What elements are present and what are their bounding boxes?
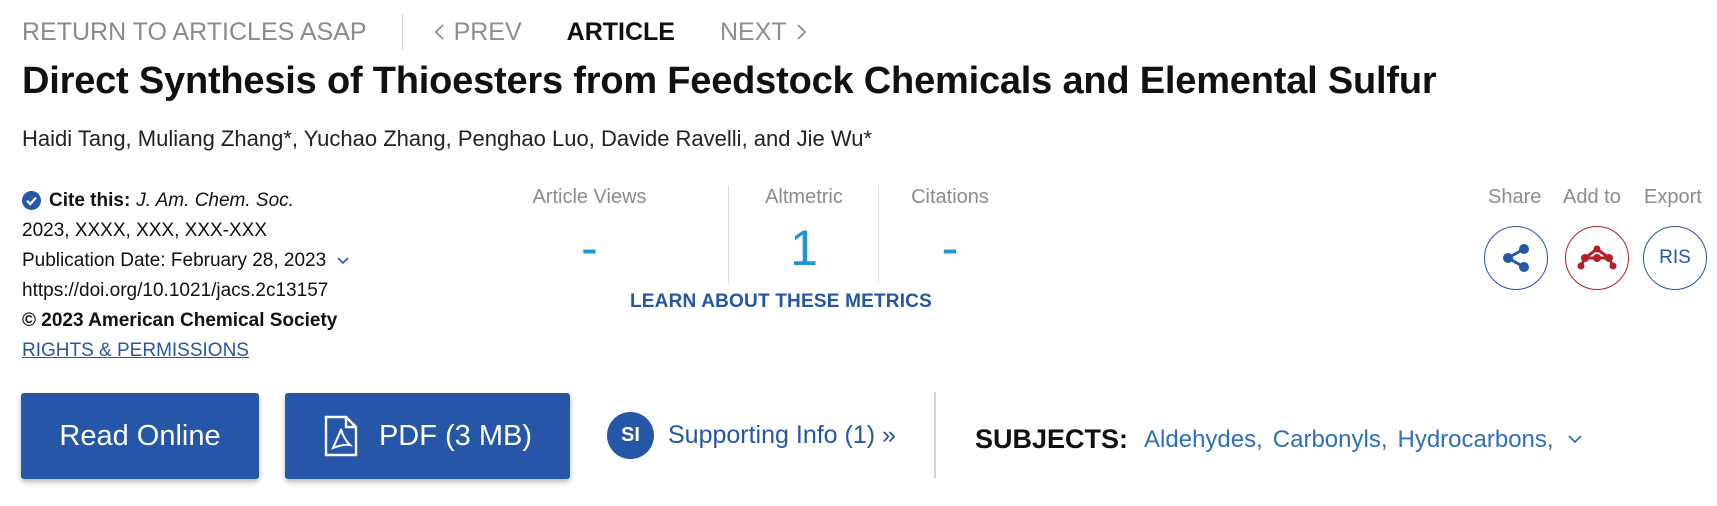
metric-divider: [878, 186, 879, 284]
read-online-button[interactable]: Read Online: [21, 393, 259, 479]
citations-label: Citations: [911, 186, 989, 208]
learn-about-metrics-link[interactable]: LEARN ABOUT THESE METRICS: [630, 291, 932, 313]
subjects-expand-chevron-icon[interactable]: [1567, 435, 1582, 444]
copyright: © 2023 American Chemical Society: [22, 306, 547, 336]
metric-divider: [728, 186, 729, 284]
article-views-value: -: [581, 220, 598, 276]
rights-permissions-link[interactable]: RIGHTS & PERMISSIONS: [22, 340, 249, 361]
chevron-down-icon: [337, 257, 350, 265]
add-to-label: Add to: [1563, 186, 1621, 208]
cite-this-label: Cite this:: [49, 190, 131, 211]
pdf-file-icon: [324, 415, 358, 457]
supporting-info-label: Supporting Info (1) »: [668, 421, 896, 449]
ris-label: RIS: [1659, 247, 1691, 268]
publication-date: Publication Date: February 28, 2023: [22, 250, 327, 271]
citation-reference: 2023, XXXX, XXX, XXX-XXX: [22, 220, 268, 241]
article-navigation: RETURN TO ARTICLES ASAP PREV ARTICLE NEX…: [22, 14, 806, 50]
altmetric-value: 1: [790, 220, 818, 276]
export-label: Export: [1644, 186, 1702, 208]
read-online-label: Read Online: [59, 419, 221, 452]
copyright-text: © 2023 American Chemical Society: [22, 310, 338, 331]
share-button[interactable]: [1484, 226, 1548, 290]
subject-link[interactable]: Hydrocarbons: [1398, 426, 1547, 454]
subjects-row: SUBJECTS: Aldehydes, Carbonyls, Hydrocar…: [975, 424, 1582, 455]
subject-link[interactable]: Aldehydes: [1144, 426, 1256, 454]
prev-label: PREV: [453, 17, 522, 46]
chevron-left-icon: [434, 24, 444, 40]
subject-separator: ,: [1546, 425, 1554, 453]
author-list[interactable]: Haidi Tang, Muliang Zhang*, Yuchao Zhang…: [22, 126, 872, 152]
subject-link[interactable]: Carbonyls: [1273, 426, 1381, 454]
altmetric-metric[interactable]: Altmetric 1: [745, 186, 863, 277]
pdf-download-button[interactable]: PDF (3 MB): [285, 393, 570, 479]
share-icon: [1503, 244, 1529, 272]
cite-this-row[interactable]: Cite this: J. Am. Chem. Soc. 2023, XXXX,…: [22, 186, 547, 246]
citations-metric: Citations -: [898, 186, 1002, 277]
article-views-metric: Article Views -: [516, 186, 663, 277]
chevron-right-icon: [797, 24, 806, 40]
altmetric-label: Altmetric: [765, 186, 843, 208]
current-article-label: ARTICLE: [566, 17, 675, 46]
section-divider: [934, 392, 936, 478]
mendeley-icon: [1577, 245, 1617, 270]
subject-separator: ,: [1380, 425, 1388, 453]
return-to-articles-link[interactable]: RETURN TO ARTICLES ASAP: [22, 18, 367, 47]
next-article-link[interactable]: NEXT: [720, 18, 806, 47]
article-views-label: Article Views: [532, 186, 647, 208]
nav-divider: [401, 14, 403, 50]
subjects-label: SUBJECTS:: [975, 424, 1129, 454]
si-badge: SI: [607, 412, 654, 459]
pdf-label: PDF (3 MB): [378, 419, 533, 452]
supporting-info-link[interactable]: SI Supporting Info (1) »: [607, 412, 896, 459]
export-ris-button[interactable]: RIS: [1643, 226, 1707, 290]
doi-link[interactable]: https://doi.org/10.1021/jacs.2c13157: [22, 276, 547, 306]
citation-block: Cite this: J. Am. Chem. Soc. 2023, XXXX,…: [22, 186, 547, 366]
share-label: Share: [1488, 186, 1542, 208]
article-title: Direct Synthesis of Thioesters from Feed…: [22, 60, 1437, 102]
subject-separator: ,: [1256, 425, 1263, 453]
next-label: NEXT: [719, 17, 787, 46]
check-circle-icon: [22, 191, 41, 210]
add-to-mendeley-button[interactable]: [1565, 226, 1629, 290]
citations-value: -: [941, 220, 959, 276]
publication-date-row[interactable]: Publication Date: February 28, 2023: [22, 246, 547, 276]
prev-article-link[interactable]: PREV: [434, 17, 522, 47]
journal-name: J. Am. Chem. Soc.: [136, 190, 294, 211]
